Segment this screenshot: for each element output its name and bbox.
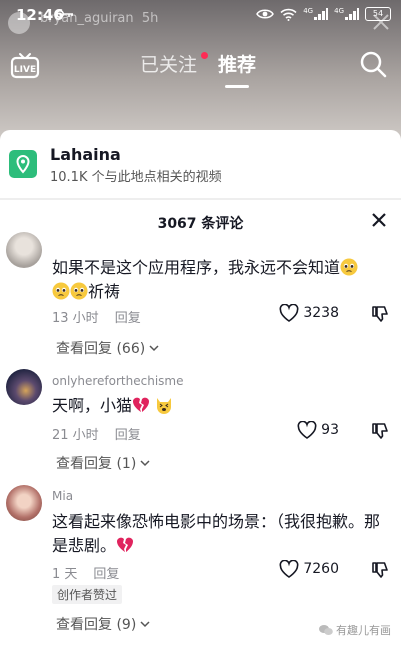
tab-following[interactable]: 已关注	[140, 50, 197, 77]
signal-2: 4G	[334, 8, 359, 20]
comment-meta: 1 天回复	[52, 563, 135, 582]
dislike-button[interactable]	[371, 305, 389, 327]
location-card[interactable]: Lahaina 10.1K 个与此地点相关的视频	[0, 130, 401, 198]
like-button[interactable]: 3238	[279, 304, 339, 322]
comment-time: 21 小时	[52, 428, 99, 443]
svg-text:LIVE: LIVE	[14, 65, 36, 75]
chevron-down-icon	[140, 621, 150, 628]
like-count: 7260	[303, 561, 339, 577]
comments-close-button[interactable]	[371, 212, 387, 232]
comment-meta: 13 小时 回复	[52, 307, 157, 326]
reply-button[interactable]: 回复	[115, 428, 141, 443]
like-button[interactable]: 93	[297, 421, 339, 439]
view-replies-button[interactable]: 查看回复 (1)	[56, 453, 150, 473]
signal-1: 4G	[303, 8, 329, 20]
dislike-button[interactable]	[371, 561, 389, 583]
signal-bars-icon	[314, 8, 329, 20]
status-bar: bryan_aguiran 5h 12:46 4G 4G 54	[0, 0, 401, 34]
avatar[interactable]	[6, 369, 42, 405]
comment-text: 天啊，小猫	[52, 394, 382, 418]
pleading-face-emoji-icon	[340, 258, 358, 276]
comment-username[interactable]: onlyhereforthechisme	[52, 374, 183, 388]
location-pin-icon	[9, 150, 37, 178]
thumbs-down-icon	[372, 306, 388, 322]
search-button[interactable]	[359, 50, 387, 82]
close-icon	[372, 213, 386, 227]
comment-meta: 21 小时 回复	[52, 424, 157, 443]
thumbs-down-icon	[372, 562, 388, 578]
tab-recommended[interactable]: 推荐	[218, 50, 256, 77]
heart-icon	[279, 304, 299, 322]
comment-text: 这看起来像恐怖电影中的场景：（我很抱歉。那是悲剧。	[52, 512, 381, 555]
watermark: 有趣儿有画	[319, 622, 391, 638]
pleading-face-emoji-icon	[70, 282, 88, 300]
pleading-face-emoji-icon	[52, 282, 70, 300]
live-button[interactable]: LIVE	[10, 50, 40, 84]
broken-heart-emoji-icon	[117, 537, 134, 552]
avatar[interactable]	[6, 232, 42, 268]
comments-header: 3067 条评论	[0, 200, 401, 242]
reply-button[interactable]: 回复	[93, 567, 119, 582]
key-icon	[56, 10, 73, 18]
signal-bars-icon	[345, 8, 359, 20]
like-count: 3238	[303, 305, 339, 321]
close-icon	[373, 14, 389, 30]
feed-tabs: 已关注 推荐	[140, 50, 260, 90]
search-icon	[360, 51, 387, 78]
dislike-button[interactable]	[371, 422, 389, 444]
live-tv-icon: LIVE	[10, 53, 40, 79]
like-count: 93	[321, 422, 339, 438]
view-replies-button[interactable]: 查看回复 (66)	[56, 338, 159, 358]
comment-username[interactable]: Mia	[52, 489, 73, 503]
chevron-down-icon	[140, 460, 150, 467]
comments-count-title: 3067 条评论	[157, 216, 244, 232]
wechat-logo-icon	[319, 625, 333, 635]
heart-icon	[279, 560, 299, 578]
notification-dot	[201, 52, 208, 59]
weary-cat-emoji-icon	[157, 398, 172, 414]
view-replies-button[interactable]: 查看回复 (9)	[56, 614, 150, 634]
like-button[interactable]: 7260	[279, 560, 339, 578]
broken-heart-emoji-icon	[133, 397, 150, 412]
comment-time: 13 小时	[52, 311, 99, 326]
wifi-icon	[280, 8, 297, 21]
eye-icon	[256, 9, 275, 19]
comment-text: 如果不是这个应用程序，我永远不会知道 祈祷	[52, 256, 382, 304]
location-name: Lahaina	[50, 145, 121, 164]
comment-time: 1 天	[52, 567, 78, 582]
location-subtitle: 10.1K 个与此地点相关的视频	[50, 170, 222, 185]
chevron-down-icon	[149, 345, 159, 352]
heart-icon	[297, 421, 317, 439]
creator-liked-badge: 创作者赞过	[52, 585, 123, 604]
active-tab-indicator	[225, 85, 249, 88]
avatar[interactable]	[6, 485, 42, 521]
reply-button[interactable]: 回复	[115, 311, 141, 326]
thumbs-down-icon	[372, 423, 388, 439]
